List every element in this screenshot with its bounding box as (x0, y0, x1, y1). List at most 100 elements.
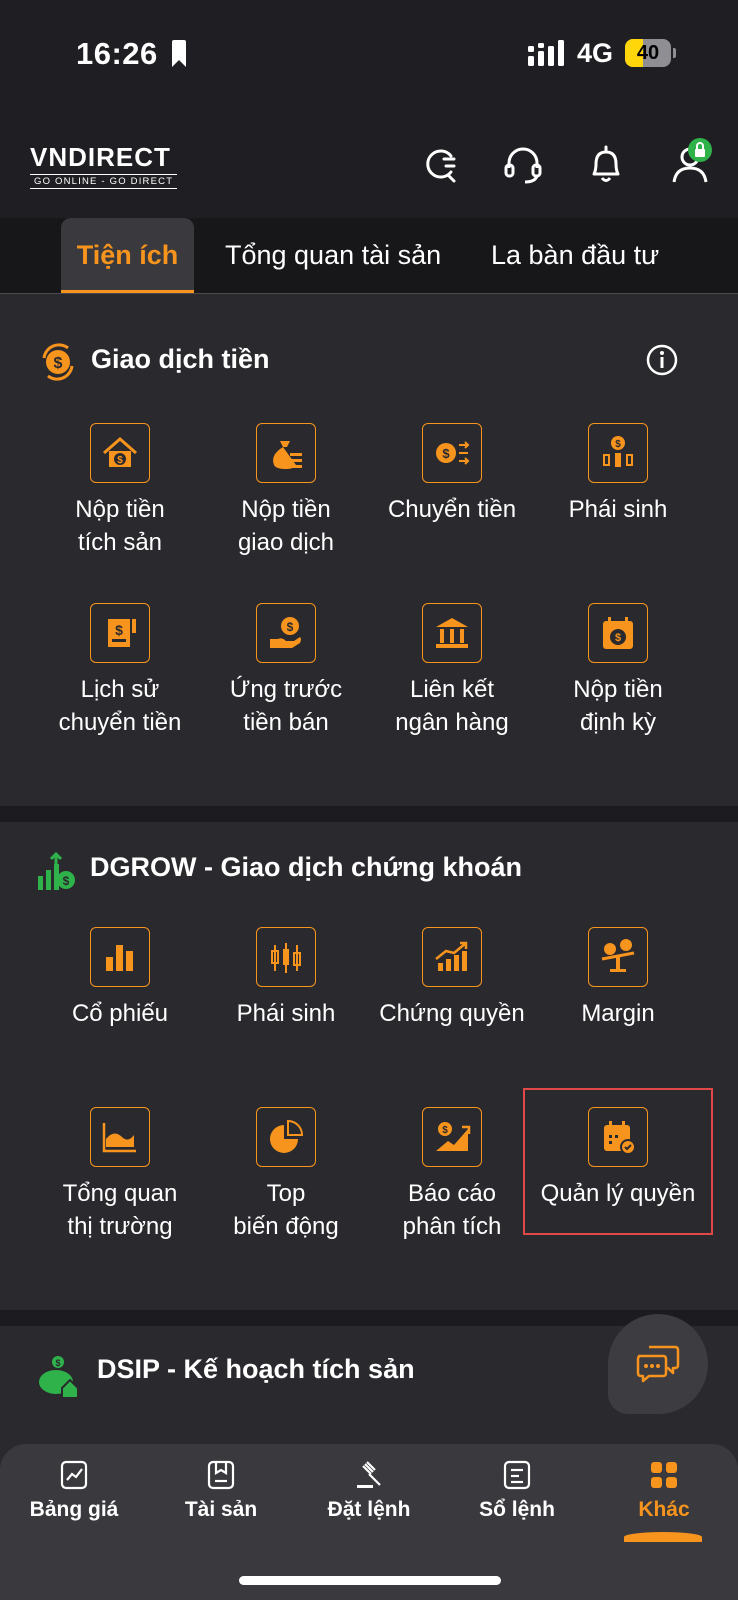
active-nav-indicator (624, 1532, 702, 1542)
bank-icon (422, 603, 482, 663)
item-nop-tien-tich-san[interactable]: $ Nộp tiền tích sản (37, 423, 203, 559)
nav-label: Khác (638, 1498, 690, 1521)
section-title: Giao dịch tiền (91, 344, 270, 374)
item-label: Nộp tiền giao dịch (237, 496, 335, 556)
vndirect-logo: VNDIRECT GO ONLINE - GO DIRECT (30, 142, 178, 189)
piggy-bank-icon: $ (39, 1356, 79, 1398)
item-label: Báo cáo phân tích (402, 1180, 502, 1240)
hand-coin-icon: $ (256, 603, 316, 663)
item-lien-ket-ngan-hang[interactable]: Liên kết ngân hàng (369, 603, 535, 739)
item-label: Margin (581, 1000, 655, 1027)
analysis-report-icon: $ (422, 1107, 482, 1167)
item-top-bien-dong[interactable]: Top biến động (203, 1107, 369, 1243)
item-nop-tien-dinh-ky[interactable]: $ Nộp tiền định kỳ (535, 603, 701, 739)
item-margin[interactable]: Margin (535, 927, 701, 1030)
order-book-icon (503, 1460, 531, 1490)
item-chuyen-tien[interactable]: $ Chuyển tiền (369, 423, 535, 526)
svg-text:$: $ (287, 620, 294, 634)
item-label: Cổ phiếu (71, 1000, 169, 1027)
section-divider (0, 806, 738, 822)
tab-tong-quan-tai-san[interactable]: Tổng quan tài sản (225, 218, 441, 293)
item-nop-tien-giao-dich[interactable]: Nộp tiền giao dịch (203, 423, 369, 559)
item-co-phieu[interactable]: Cổ phiếu (37, 927, 203, 1030)
chat-bubbles-icon (636, 1345, 680, 1383)
item-phai-sinh-dgrow[interactable]: Phái sinh (203, 927, 369, 1030)
svg-text:$: $ (615, 632, 621, 644)
bar-chart-icon (90, 927, 150, 987)
battery-icon: 40 (625, 39, 671, 67)
nav-bang-gia[interactable]: Bảng giá (4, 1458, 144, 1522)
nav-label: Sổ lệnh (479, 1498, 555, 1521)
item-label: Phái sinh (236, 1000, 336, 1027)
app-header: VNDIRECT GO ONLINE - GO DIRECT (0, 110, 738, 218)
candlestick-icon (256, 927, 316, 987)
bookmark-icon (172, 40, 186, 67)
top-tabs: Tiện ích Tổng quan tài sản La bàn đầu tư (0, 218, 738, 294)
item-label: Phái sinh (568, 496, 668, 523)
item-label: Chuyển tiền (387, 496, 517, 523)
section-dgrow: $ DGROW - Giao dịch chứng khoán Cổ phiếu… (0, 822, 738, 1310)
info-icon[interactable] (646, 344, 678, 376)
grid-apps-icon (651, 1462, 677, 1488)
assets-icon (207, 1460, 235, 1490)
calendar-money-icon: $ (588, 603, 648, 663)
section-title: DGROW - Giao dịch chứng khoán (90, 852, 523, 882)
item-phai-sinh[interactable]: $ Phái sinh (535, 423, 701, 526)
nav-dat-lenh[interactable]: Đặt lệnh (299, 1458, 439, 1522)
search-icon[interactable] (418, 142, 462, 186)
transfer-history-icon: $ (90, 603, 150, 663)
clock: 16:26 (76, 36, 158, 71)
highlight-box (523, 1088, 713, 1235)
gavel-icon (357, 1461, 381, 1488)
support-headset-icon[interactable] (501, 142, 545, 186)
money-transfer-icon: $ (422, 423, 482, 483)
item-bao-cao-phan-tich[interactable]: $ Báo cáo phân tích (369, 1107, 535, 1243)
network-type: 4G (577, 38, 614, 68)
item-label: Chứng quyền (379, 1000, 525, 1027)
nav-so-lenh[interactable]: Sổ lệnh (447, 1458, 587, 1522)
trend-up-icon (422, 927, 482, 987)
battery-tip (673, 48, 676, 58)
nav-label: Bảng giá (29, 1498, 119, 1521)
area-chart-icon (90, 1107, 150, 1167)
section-giao-dich-tien: $ Giao dịch tiền $ Nộp tiền tích sản Nộp… (0, 318, 738, 806)
item-tong-quan-thi-truong[interactable]: Tổng quan thị trường (37, 1107, 203, 1243)
money-exchange-icon: $ (42, 343, 74, 381)
svg-text:$: $ (63, 874, 70, 888)
logo-brand: VNDIRECT (30, 142, 171, 172)
item-ung-truoc-tien-ban[interactable]: $ Ứng trước tiền bán (203, 603, 369, 739)
item-chung-quyen[interactable]: Chứng quyền (369, 927, 535, 1030)
nav-label: Tài sản (184, 1498, 258, 1521)
nav-label: Đặt lệnh (327, 1498, 411, 1521)
balance-scale-icon (588, 927, 648, 987)
item-label: Tổng quan thị trường (62, 1180, 178, 1240)
growth-money-icon: $ (38, 852, 75, 890)
item-label: Top biến động (233, 1180, 339, 1240)
section-title: DSIP - Kế hoạch tích sản (97, 1354, 415, 1384)
tab-tien-ich[interactable]: Tiện ích (61, 218, 194, 293)
item-label: Nộp tiền định kỳ (573, 676, 663, 736)
item-label: Liên kết ngân hàng (395, 676, 509, 736)
derivatives-icon: $ (588, 423, 648, 483)
item-lich-su-chuyen-tien[interactable]: $ Lịch sử chuyển tiền (37, 603, 203, 739)
svg-text:$: $ (55, 1358, 60, 1368)
svg-text:$: $ (54, 355, 63, 372)
money-bag-icon (256, 423, 316, 483)
tab-la-ban-dau-tu[interactable]: La bàn đầu tư (491, 218, 659, 293)
svg-text:$: $ (115, 622, 123, 638)
tabs-spacer (0, 298, 738, 319)
battery-level: 40 (636, 42, 660, 64)
svg-text:$: $ (442, 446, 450, 461)
svg-text:$: $ (117, 455, 123, 466)
pie-chart-icon (256, 1107, 316, 1167)
logo-tagline: GO ONLINE - GO DIRECT (30, 174, 178, 189)
item-label: Nộp tiền tích sản (75, 496, 165, 556)
price-board-icon (60, 1460, 88, 1490)
home-indicator (239, 1576, 501, 1585)
notification-bell-icon[interactable] (584, 142, 628, 186)
nav-tai-san[interactable]: Tài sản (151, 1458, 291, 1522)
item-label: Ứng trước tiền bán (229, 676, 343, 736)
status-bar: 16:26 4G 40 (0, 0, 738, 110)
nav-khac[interactable]: Khác (594, 1458, 734, 1522)
chat-button[interactable] (608, 1314, 708, 1414)
